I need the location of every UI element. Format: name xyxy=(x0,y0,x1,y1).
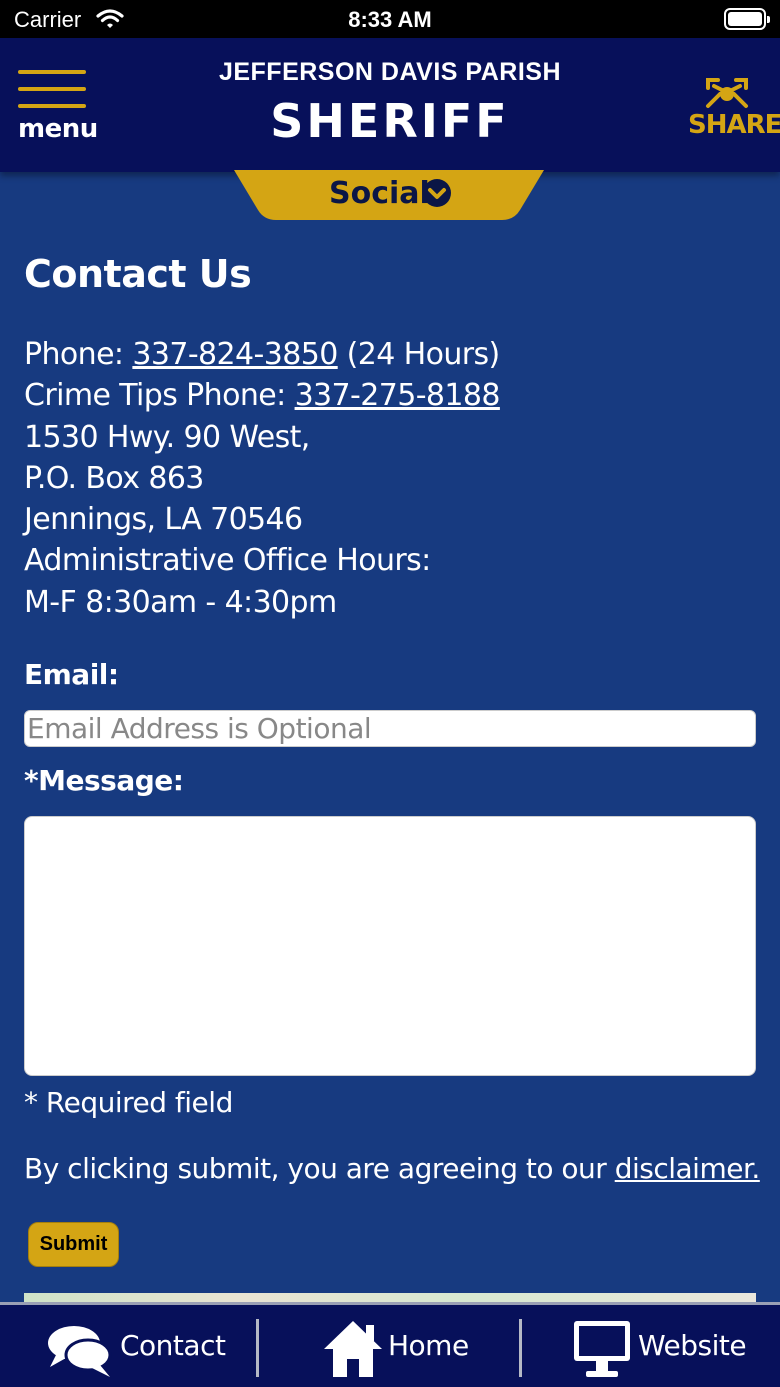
tab-divider xyxy=(256,1319,259,1377)
message-textarea[interactable] xyxy=(24,816,756,1076)
page-title: Contact Us xyxy=(24,252,252,296)
hours-label: Administrative Office Hours: xyxy=(24,543,431,579)
address-line-3: Jennings, LA 70546 xyxy=(24,502,303,538)
tab-website-label: Website xyxy=(638,1329,747,1362)
tab-home-label: Home xyxy=(388,1329,469,1362)
address-line-1: 1530 Hwy. 90 West, xyxy=(24,419,310,455)
disclaimer-link[interactable]: disclaimer. xyxy=(615,1152,761,1185)
email-label: Email: xyxy=(24,658,119,691)
required-field-note: * Required field xyxy=(24,1086,233,1119)
tab-website[interactable]: Website xyxy=(570,1305,770,1387)
share-icon xyxy=(706,78,748,108)
disclaimer-text: By clicking submit, you are agreeing to … xyxy=(24,1152,760,1185)
status-bar: Carrier 8:33 AM xyxy=(0,0,780,38)
phone-line: Phone: 337-824-3850 (24 Hours) xyxy=(24,334,500,375)
app-header: menu JEFFERSON DAVIS PARISH SHERIFF SHAR… xyxy=(0,38,780,172)
disclaimer-prefix: By clicking submit, you are agreeing to … xyxy=(24,1152,615,1185)
tab-contact-label: Contact xyxy=(120,1329,226,1362)
bottom-tab-bar: Contact Home Website xyxy=(0,1302,780,1387)
tips-prefix: Crime Tips Phone: xyxy=(24,378,295,414)
share-label: SHARE xyxy=(688,110,780,140)
phone-link[interactable]: 337-824-3850 xyxy=(132,337,338,372)
social-dropdown-tab[interactable]: Social xyxy=(234,170,544,220)
submit-button[interactable]: Submit xyxy=(28,1222,119,1267)
phone-suffix: (24 Hours) xyxy=(337,337,501,372)
chat-bubbles-icon xyxy=(48,1326,112,1377)
tips-line: Crime Tips Phone: 337-275-8188 xyxy=(24,375,500,416)
tab-home[interactable]: Home xyxy=(300,1305,510,1387)
tab-contact[interactable]: Contact xyxy=(40,1305,250,1387)
house-icon xyxy=(324,1321,382,1377)
contact-info: Phone: 337-824-3850 (24 Hours) Crime Tip… xyxy=(24,334,500,623)
share-button[interactable]: SHARE xyxy=(688,76,780,140)
clock: 8:33 AM xyxy=(348,7,432,32)
header-subtitle: JEFFERSON DAVIS PARISH xyxy=(218,58,562,86)
tips-phone-link[interactable]: 337-275-8188 xyxy=(295,378,501,413)
monitor-icon xyxy=(574,1321,630,1377)
phone-prefix: Phone: xyxy=(24,337,133,372)
tab-divider xyxy=(519,1319,522,1377)
battery-icon xyxy=(724,8,770,30)
hours-value: M-F 8:30am - 4:30pm xyxy=(24,584,337,620)
address-line-2: P.O. Box 863 xyxy=(24,460,204,496)
email-input[interactable] xyxy=(24,710,756,747)
message-label: *Message: xyxy=(24,764,184,797)
chevron-down-icon xyxy=(423,179,451,207)
header-title: SHERIFF xyxy=(270,94,510,148)
social-label: Social xyxy=(329,176,430,211)
hamburger-bar xyxy=(18,87,86,91)
